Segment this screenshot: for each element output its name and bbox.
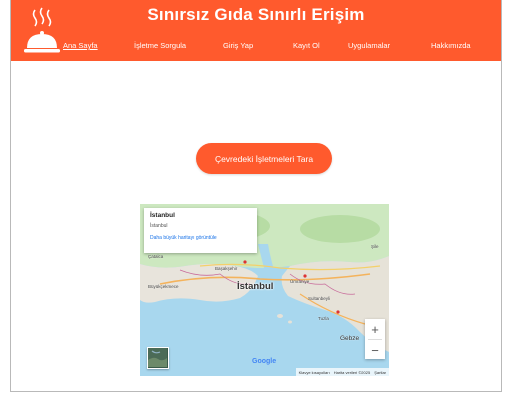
zoom-controls: + − <box>365 319 385 359</box>
map-label-tuzla: Tuzla <box>318 316 329 321</box>
info-card-title: İstanbul <box>150 212 175 219</box>
satellite-thumbnail-icon <box>148 348 167 367</box>
site-title: Sınırsız Gıda Sınırlı Erişim <box>147 5 365 24</box>
map-label-sultanbeyli: Sultanbeyli <box>308 296 331 301</box>
terms-link[interactable]: Şartlar <box>374 370 386 375</box>
nav-login[interactable]: Giriş Yap <box>223 41 253 50</box>
map-info-card: İstanbul İstanbul Daha büyük haritayı gö… <box>144 208 257 253</box>
map-city-label: İstanbul <box>237 281 274 292</box>
zoom-in-button[interactable]: + <box>365 319 385 339</box>
map-label-basaksehir: Başakşehir <box>215 266 238 271</box>
nav-about[interactable]: Hakkımızda <box>431 41 471 50</box>
zoom-out-button[interactable]: − <box>365 340 385 360</box>
keyboard-shortcuts-link[interactable]: Klavye kısayolları <box>299 370 330 375</box>
map-label-catalca: Çatalca <box>148 254 164 259</box>
scan-nearby-businesses-button[interactable]: Çevredeki İşletmeleri Tara <box>196 143 332 174</box>
app-frame: Sınırsız Gıda Sınırlı Erişim Ana Sayfa İ… <box>10 0 502 392</box>
nav-home[interactable]: Ana Sayfa <box>63 41 98 50</box>
map-label-buyukcekmece: Büyükçekmece <box>148 284 179 289</box>
map-label-umraniye: Ümraniye <box>290 279 310 284</box>
map-data-text: Harita verileri ©2025 <box>333 369 371 375</box>
map-attribution: Klavye kısayolları Harita verileri ©2025… <box>295 368 389 376</box>
info-card-subtitle: İstanbul <box>150 223 168 229</box>
map-label-sile: Şile <box>371 244 379 249</box>
view-larger-map-link[interactable]: Daha büyük haritayı görüntüle <box>150 235 251 241</box>
nav-apps[interactable]: Uygulamalar <box>348 41 390 50</box>
main-nav: Ana Sayfa İşletme Sorgula Giriş Yap Kayı… <box>11 41 501 55</box>
map-label-gebze: Gebze <box>340 335 360 342</box>
site-header: Sınırsız Gıda Sınırlı Erişim Ana Sayfa İ… <box>11 0 501 61</box>
google-logo: Google <box>252 358 277 365</box>
map-embed[interactable]: Çatalca Büyükçekmece Başakşehir Şile Ümr… <box>140 204 389 376</box>
nav-business-query[interactable]: İşletme Sorgula <box>134 41 186 50</box>
satellite-layer-toggle[interactable] <box>147 347 169 369</box>
nav-register[interactable]: Kayıt Ol <box>293 41 320 50</box>
